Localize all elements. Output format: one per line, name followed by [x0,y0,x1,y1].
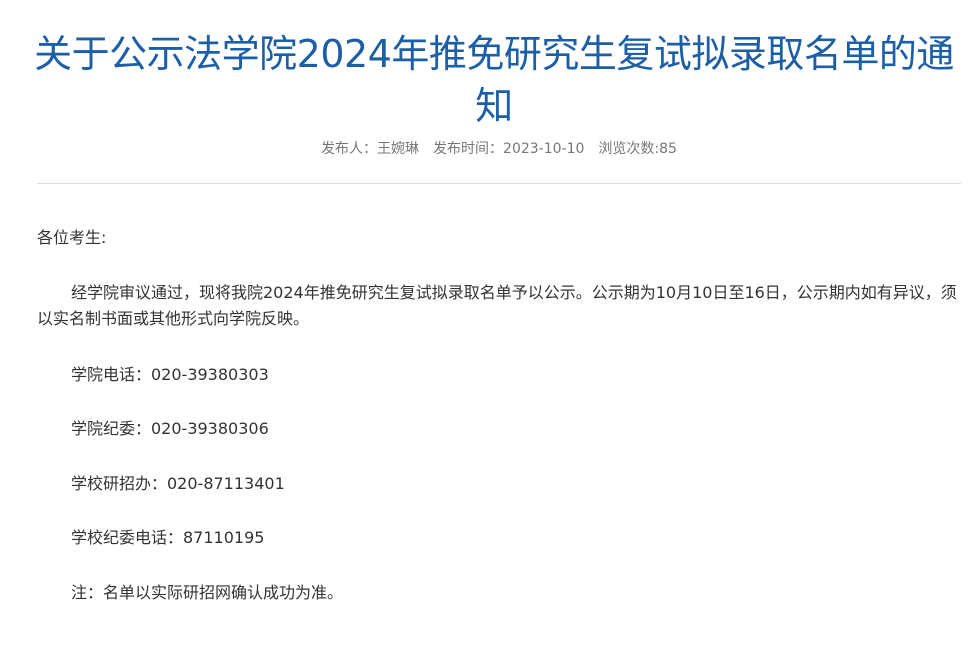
contact-admissions-office: 学校研招办：020-87113401 [71,474,285,493]
contact-university-discipline: 学校纪委电话：87110195 [71,528,265,547]
publisher-label: 发布人： [321,141,378,157]
title-divider [37,183,961,184]
greeting: 各位考生: [37,228,107,247]
publish-date: 2023-10-10 [503,141,585,157]
view-count-label: 浏览次数: [598,141,660,157]
contact-college-phone: 学院电话：020-39380303 [71,365,269,384]
article-title: 关于公示法学院2024年推免研究生复试拟录取名单的通知 [34,32,954,128]
contact-college-discipline: 学院纪委：020-39380306 [71,419,269,438]
article-page: 关于公示法学院2024年推免研究生复试拟录取名单的通知 发布人：王婉琳 发布时间：… [0,0,979,664]
notice-paragraph: 经学院审议通过，现将我院2024年推免研究生复试拟录取名单予以公示。公示期为10… [37,283,957,328]
publish-date-label: 发布时间： [433,141,504,157]
footnote: 注：名单以实际研招网确认成功为准。 [71,583,344,602]
article-meta: 发布人：王婉琳 发布时间：2023-10-10 浏览次数:85 [37,140,961,158]
view-count: 85 [659,141,677,157]
publisher-name: 王婉琳 [377,141,420,157]
